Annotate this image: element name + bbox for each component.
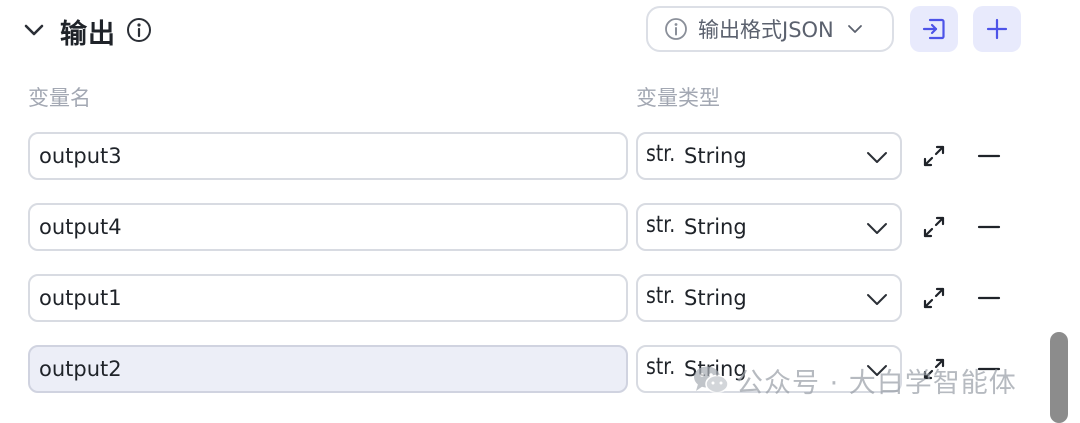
chevron-down-icon[interactable]: [22, 16, 46, 44]
expand-icon[interactable]: [921, 214, 947, 240]
watermark-text: 公众号 · 大白学智能体: [736, 367, 1017, 399]
output-variable-row: str. String: [0, 203, 1040, 253]
plus-icon: [986, 18, 1008, 40]
variable-type-select[interactable]: str. String: [636, 203, 902, 251]
variable-name-input[interactable]: [28, 345, 628, 393]
section-title: 输出: [60, 19, 116, 50]
variable-name-input[interactable]: [28, 132, 628, 180]
wechat-icon: [694, 366, 729, 394]
watermark: 公众号 · 大白学智能体: [692, 360, 1017, 400]
import-button[interactable]: [910, 6, 958, 52]
variable-type-select[interactable]: str. String: [636, 274, 902, 322]
variable-type-value: String: [684, 286, 747, 310]
expand-icon[interactable]: [921, 143, 947, 169]
chevron-down-icon: [867, 294, 887, 305]
output-panel: 输出 输出格式JSON 变量名 变量类型 output3 str. String…: [0, 0, 1080, 423]
chevron-down-icon: [867, 223, 887, 234]
info-icon: [665, 18, 687, 40]
minus-icon[interactable]: [977, 144, 1001, 168]
type-prefix-icon: str.: [646, 212, 676, 238]
scrollbar-thumb[interactable]: [1050, 332, 1068, 423]
minus-icon[interactable]: [977, 215, 1001, 239]
output-format-button[interactable]: 输出格式JSON: [646, 6, 894, 52]
info-icon[interactable]: [126, 17, 152, 43]
expand-icon[interactable]: [921, 285, 947, 311]
output-variable-row: str. String: [0, 274, 1040, 324]
add-output-button[interactable]: [973, 6, 1021, 52]
variable-type-select[interactable]: str. String: [636, 132, 902, 180]
import-icon: [922, 18, 945, 40]
output-variable-row: str. String: [0, 132, 1040, 182]
variable-name-input[interactable]: [28, 203, 628, 251]
type-prefix-icon: str.: [646, 141, 676, 167]
output-format-label: 输出格式JSON: [698, 18, 834, 42]
variable-type-value: String: [684, 215, 747, 239]
chevron-down-icon: [847, 25, 862, 33]
output-section-header: 输出 输出格式JSON: [0, 0, 1080, 62]
chevron-down-icon: [867, 152, 887, 163]
variable-name-input[interactable]: [28, 274, 628, 322]
column-header-name: 变量名: [28, 86, 91, 110]
type-prefix-icon: str.: [646, 354, 676, 380]
column-header-type: 变量类型: [636, 86, 720, 110]
type-prefix-icon: str.: [646, 283, 676, 309]
minus-icon[interactable]: [977, 286, 1001, 310]
variable-type-value: String: [684, 144, 747, 168]
